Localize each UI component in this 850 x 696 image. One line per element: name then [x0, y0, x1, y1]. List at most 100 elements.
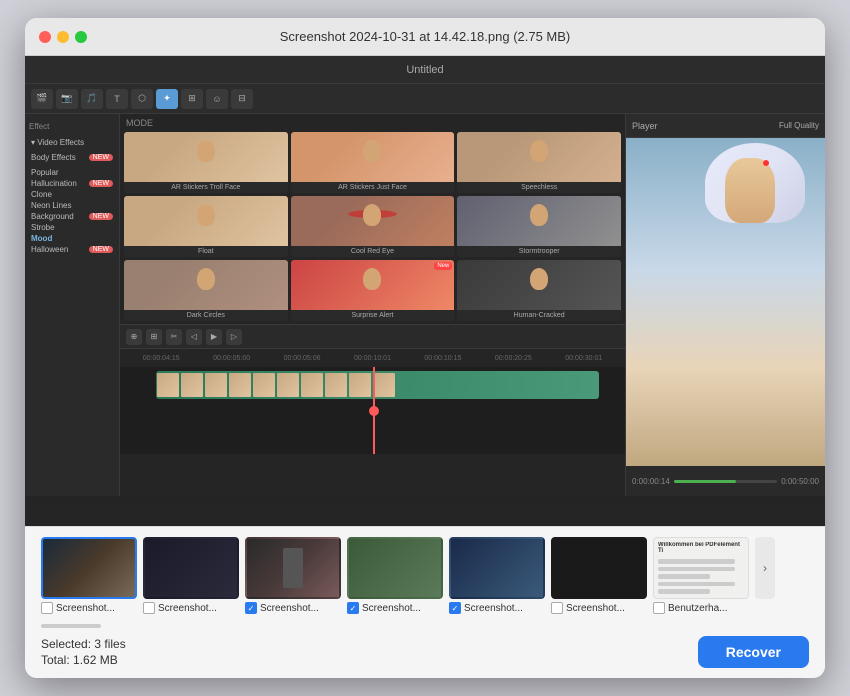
stock-tab[interactable]: 📷 [56, 89, 78, 109]
thumb-checkbox-4[interactable] [347, 602, 359, 614]
thumbnails-next-arrow[interactable]: › [755, 537, 775, 599]
filters-tab[interactable]: ⊞ [181, 89, 203, 109]
track-thumb-7 [301, 373, 323, 397]
effect-speechless[interactable]: Speechless [457, 132, 621, 193]
traffic-lights [39, 31, 87, 43]
thumb-label-7: Benutzerhа... [653, 602, 749, 614]
thumbnails-row: Screenshot... Screenshot... Sc [41, 537, 809, 614]
thumb-checkbox-2[interactable] [143, 602, 155, 614]
thumb-container-5: Screenshot... [449, 537, 545, 614]
timeline-tool-5[interactable]: ▷ [226, 329, 242, 345]
timeline-ruler: 00:00:04:15 00:00:05:00 00:00:05:06 00:0… [120, 349, 625, 367]
thumbnail-1[interactable] [41, 537, 137, 599]
thumb-name-4: Screenshot... [362, 603, 421, 614]
minimize-button[interactable] [57, 31, 69, 43]
fullscreen-button[interactable] [75, 31, 87, 43]
thumb-checkbox-6[interactable] [551, 602, 563, 614]
playhead[interactable] [373, 367, 375, 454]
thumb-label-5: Screenshot... [449, 602, 545, 614]
effects-tab[interactable]: ✦ [156, 89, 178, 109]
thumbnail-7[interactable]: Willkommen bei PDFelement Ti [653, 537, 749, 599]
track-thumb-8 [325, 373, 347, 397]
preview-panel: Player Full Quality [625, 114, 825, 496]
editor-title: Untitled [406, 64, 443, 76]
thumbnail-4[interactable] [347, 537, 443, 599]
media-tab[interactable]: 🎬 [31, 89, 53, 109]
timeline-play[interactable]: ▶ [206, 329, 222, 345]
track-thumb-4 [229, 373, 251, 397]
sidebar-item-hallucination[interactable]: Hallucination NEW [29, 178, 115, 189]
window-title: Screenshot 2024-10-31 at 14.42.18.png (2… [280, 29, 571, 44]
sidebar-item-strobe[interactable]: Strobe [29, 222, 115, 233]
recover-button[interactable]: Recover [698, 636, 809, 668]
effect-human-cracked[interactable]: Human-Cracked [457, 260, 621, 321]
total-size: Total: 1.62 MB [41, 653, 126, 667]
thumbnail-3[interactable] [245, 537, 341, 599]
effect-dark-circles[interactable]: Dark Circles [124, 260, 288, 321]
track-thumb-5 [253, 373, 275, 397]
halloween-badge: NEW [89, 246, 113, 253]
track-thumb-10 [373, 373, 395, 397]
thumbnail-5[interactable] [449, 537, 545, 599]
timeline-toolbar: ⊕ ⊞ ✂ ◁ ▶ ▷ [120, 325, 625, 349]
effect-ar-just[interactable]: AR Stickers Just Face [291, 132, 455, 193]
timeline-tool-4[interactable]: ◁ [186, 329, 202, 345]
preview-topbar: Player Full Quality [626, 114, 825, 138]
thumb-checkbox-7[interactable] [653, 602, 665, 614]
effect-ar-troll[interactable]: AR Stickers Troll Face [124, 132, 288, 193]
thumb-name-6: Screenshot... [566, 603, 625, 614]
sidebar-item-popular[interactable]: Popular [29, 167, 115, 178]
effect-float[interactable]: Float [124, 196, 288, 257]
file-info: Selected: 3 files Total: 1.62 MB [41, 637, 126, 667]
thumb-checkbox-1[interactable] [41, 602, 53, 614]
timeline-tool-3[interactable]: ✂ [166, 329, 182, 345]
sidebar-item-halloween[interactable]: Halloween NEW [29, 244, 115, 255]
thumb-name-7: Benutzerhа... [668, 603, 727, 614]
sidebar-item-body-effects[interactable]: Body Effects NEW [29, 152, 115, 163]
thumbnail-2[interactable] [143, 537, 239, 599]
track-thumb-6 [277, 373, 299, 397]
effects-grid: AR Stickers Troll Face AR Stickers Just … [124, 132, 621, 321]
timeline-tool-2[interactable]: ⊞ [146, 329, 162, 345]
effect-cool-red-eye[interactable]: Cool Red Eye [291, 196, 455, 257]
thumb-label-3: Screenshot... [245, 602, 341, 614]
editor-toolbar: 🎬 📷 🎵 T ⬡ ✦ ⊞ ☺ ⊟ [25, 84, 825, 114]
sidebar-item-clone[interactable]: Clone [29, 189, 115, 200]
effects-mode-label: MODE [124, 118, 621, 128]
thumb-name-2: Screenshot... [158, 603, 217, 614]
preview-timeline[interactable] [674, 480, 777, 483]
thumb-container-3: Screenshot... [245, 537, 341, 614]
app-window: Screenshot 2024-10-31 at 14.42.18.png (2… [25, 18, 825, 678]
hallucination-badge: NEW [89, 180, 113, 187]
sidebar-item-background[interactable]: Background NEW [29, 211, 115, 222]
editor-main: MODE AR Stickers Troll Face [120, 114, 625, 496]
transitions-tab[interactable]: ⬡ [131, 89, 153, 109]
close-button[interactable] [39, 31, 51, 43]
sidebar-item-neon[interactable]: Neon Lines [29, 200, 115, 211]
effect-surprise-alert[interactable]: New Surprise Alert [291, 260, 455, 321]
stickers-tab[interactable]: ☺ [206, 89, 228, 109]
sidebar-body-effects: Body Effects NEW [29, 152, 115, 163]
thumbnail-6[interactable] [551, 537, 647, 599]
audio-tab[interactable]: 🎵 [81, 89, 103, 109]
effects-panel: MODE AR Stickers Troll Face [120, 114, 625, 324]
thumb-name-1: Screenshot... [56, 603, 115, 614]
bottom-panel: Screenshot... Screenshot... Sc [25, 526, 825, 678]
sidebar-item-video-effects[interactable]: ▾ Video Effects [29, 137, 115, 148]
effect-stormtrooper[interactable]: Stormtrooper [457, 196, 621, 257]
quality-label: Full Quality [779, 121, 819, 130]
timeline-tool-1[interactable]: ⊕ [126, 329, 142, 345]
new-badge: New [434, 262, 452, 270]
sidebar-header: Effect [29, 120, 115, 133]
thumb-checkbox-5[interactable] [449, 602, 461, 614]
preview-controls: 0:00:00:14 0:00:50:00 [626, 466, 825, 496]
thumb-checkbox-3[interactable] [245, 602, 257, 614]
scroll-indicator [41, 624, 101, 628]
preview-video [626, 138, 825, 466]
templates-tab[interactable]: ⊟ [231, 89, 253, 109]
titles-tab[interactable]: T [106, 89, 128, 109]
sidebar-item-mood[interactable]: Mood [29, 233, 115, 244]
player-label: Player [632, 121, 658, 131]
thumb-label-2: Screenshot... [143, 602, 239, 614]
thumb-container-7: Willkommen bei PDFelement Ti Benutzerhа.… [653, 537, 749, 614]
